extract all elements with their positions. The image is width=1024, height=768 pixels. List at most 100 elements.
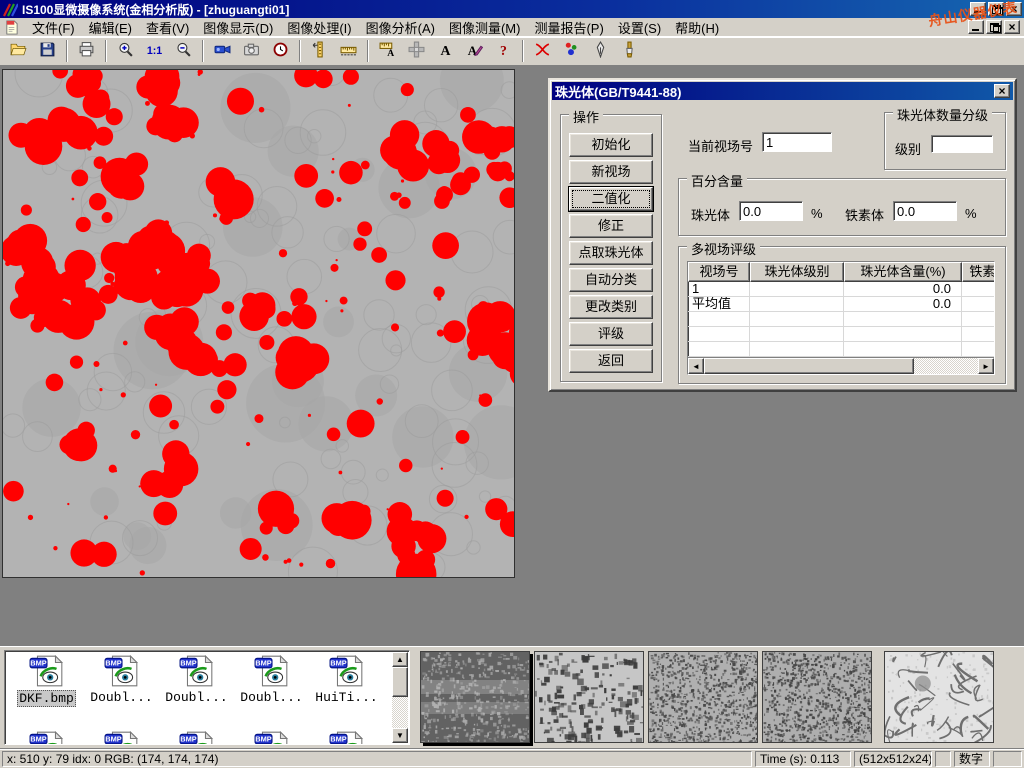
micrograph-thumbnail[interactable]: [534, 651, 644, 743]
toolbar-text-label-button[interactable]: A: [432, 39, 459, 63]
dialog-button-更改类别[interactable]: 更改类别: [569, 295, 653, 319]
toolbar-phase-particles-button[interactable]: [558, 39, 585, 63]
close-icon[interactable]: [1006, 2, 1022, 16]
menu-item[interactable]: 查看(V): [139, 16, 196, 39]
zoom-in-icon: [117, 41, 134, 61]
menu-item[interactable]: 图像处理(I): [280, 16, 358, 39]
toolbar-save-button[interactable]: [34, 39, 61, 63]
dialog-button-点取珠光体[interactable]: 点取珠光体: [569, 241, 653, 265]
file-item[interactable]: BMP: [84, 731, 159, 745]
table-row[interactable]: [688, 342, 995, 357]
table-column-header[interactable]: 视场号: [688, 262, 750, 282]
toolbar-clock-button[interactable]: [267, 39, 294, 63]
dialog-button-自动分类[interactable]: 自动分类: [569, 268, 653, 292]
minimize-icon[interactable]: [970, 2, 986, 16]
file-item[interactable]: BMP: [159, 731, 234, 745]
toolbar-measure-scale-button[interactable]: A: [374, 39, 401, 63]
micrograph-thumbnail[interactable]: [420, 651, 530, 743]
ferrite-percent-input[interactable]: [893, 201, 957, 221]
table-row[interactable]: [688, 312, 995, 327]
file-item[interactable]: BMPHuiTi...: [309, 655, 384, 705]
table-column-header[interactable]: 铁素体含量(%): [962, 262, 995, 282]
dialog-title-bar[interactable]: 珠光体(GB/T9441-88): [552, 82, 1013, 100]
scroll-up-icon[interactable]: ▲: [392, 652, 408, 667]
table-header-row: 视场号珠光体级别珠光体含量(%)铁素体含量(%): [688, 262, 995, 282]
empty-status: [935, 751, 951, 767]
micrograph-thumbnail[interactable]: [762, 651, 872, 743]
menu-item[interactable]: 图像测量(M): [442, 16, 528, 39]
file-item[interactable]: BMPDoubl...: [84, 655, 159, 705]
toolbar-zoom-in-button[interactable]: [112, 39, 139, 63]
file-item[interactable]: BMPDKF.bmp: [9, 655, 84, 707]
dialog-button-评级[interactable]: 评级: [569, 322, 653, 346]
micrograph-thumbnail[interactable]: [884, 651, 994, 743]
grade-input[interactable]: [931, 135, 993, 153]
dialog-button-二值化[interactable]: 二值化: [569, 187, 653, 211]
current-field-input[interactable]: [762, 132, 832, 152]
toolbar-grid-button[interactable]: [403, 39, 430, 63]
toolbar-pen-button[interactable]: [587, 39, 614, 63]
dialog-button-初始化[interactable]: 初始化: [569, 133, 653, 157]
file-item[interactable]: BMP: [234, 731, 309, 745]
micrograph-image[interactable]: [2, 69, 515, 578]
file-name[interactable]: DKF.bmp: [17, 690, 76, 707]
menu-item[interactable]: 设置(S): [611, 16, 668, 39]
dialog-button-新视场[interactable]: 新视场: [569, 160, 653, 184]
menu-item[interactable]: 编辑(E): [82, 16, 139, 39]
toolbar-video-camera-button[interactable]: [209, 39, 236, 63]
toolbar-ruler-button[interactable]: [335, 39, 362, 63]
table-cell: [750, 297, 844, 311]
file-item[interactable]: BMP: [9, 731, 84, 745]
file-name[interactable]: Doubl...: [239, 690, 303, 705]
operate-group: 操作 初始化新视场二值化修正点取珠光体自动分类更改类别评级返回: [560, 114, 662, 382]
menu-item[interactable]: 图像显示(D): [196, 16, 280, 39]
micrograph-thumbnail[interactable]: [648, 651, 758, 743]
dialog-button-修正[interactable]: 修正: [569, 214, 653, 238]
toolbar-help-button[interactable]: ?: [490, 39, 517, 63]
file-name[interactable]: Doubl...: [164, 690, 228, 705]
table-row[interactable]: 平均值0.0: [688, 297, 995, 312]
toolbar-brush-button[interactable]: [616, 39, 643, 63]
file-name[interactable]: HuiTi...: [314, 690, 378, 705]
toolbar-open-button[interactable]: [5, 39, 32, 63]
table-column-header[interactable]: 珠光体级别: [750, 262, 844, 282]
toolbar-print-button[interactable]: [73, 39, 100, 63]
menu-item[interactable]: 帮助(H): [668, 16, 726, 39]
table-row[interactable]: [688, 327, 995, 342]
toolbar-annotate-button[interactable]: A: [461, 39, 488, 63]
toolbar-caliper-button[interactable]: [306, 39, 333, 63]
menu-item[interactable]: 文件(F): [25, 16, 82, 39]
file-list-scrollbar[interactable]: ▲▼: [392, 652, 408, 743]
multifield-group-label: 多视场评级: [687, 239, 760, 258]
file-list[interactable]: BMPDKF.bmpBMPDoubl...BMPDoubl...BMPDoubl…: [4, 650, 410, 745]
scroll-right-icon[interactable]: ►: [978, 358, 994, 374]
scroll-down-icon[interactable]: ▼: [392, 728, 408, 743]
cursor-position-status: x: 510 y: 79 idx: 0 RGB: (174, 174, 174): [2, 751, 752, 767]
toolbar-actual-size-button[interactable]: 1:1: [141, 39, 168, 63]
status-bar: x: 510 y: 79 idx: 0 RGB: (174, 174, 174)…: [0, 748, 1024, 768]
table-column-header[interactable]: 珠光体含量(%): [844, 262, 962, 282]
menu-item[interactable]: 测量报告(P): [527, 16, 610, 39]
dialog-close-icon[interactable]: [994, 84, 1010, 98]
file-item[interactable]: BMP: [309, 731, 384, 745]
toolbar-curve-tool-button[interactable]: [529, 39, 556, 63]
file-name[interactable]: Doubl...: [89, 690, 153, 705]
scrollbar-thumb[interactable]: [704, 358, 914, 374]
table-horizontal-scrollbar[interactable]: ◄►: [688, 357, 994, 374]
table-row[interactable]: 10.0: [688, 282, 995, 297]
restore-icon[interactable]: [988, 2, 1004, 16]
toolbar-zoom-out-button[interactable]: [170, 39, 197, 63]
child-minimize-icon[interactable]: [968, 20, 984, 34]
child-restore-icon[interactable]: [986, 20, 1002, 34]
toolbar-camera-button[interactable]: [238, 39, 265, 63]
scrollbar-track[interactable]: [914, 358, 978, 374]
menu-item[interactable]: 图像分析(A): [359, 16, 442, 39]
pearlite-percent-input[interactable]: [739, 201, 803, 221]
toolbar-separator: [522, 40, 524, 62]
file-item[interactable]: BMPDoubl...: [234, 655, 309, 705]
child-close-icon[interactable]: [1004, 20, 1020, 34]
scrollbar-thumb[interactable]: [392, 667, 408, 697]
scroll-left-icon[interactable]: ◄: [688, 358, 704, 374]
file-item[interactable]: BMPDoubl...: [159, 655, 234, 705]
dialog-button-返回[interactable]: 返回: [569, 349, 653, 373]
